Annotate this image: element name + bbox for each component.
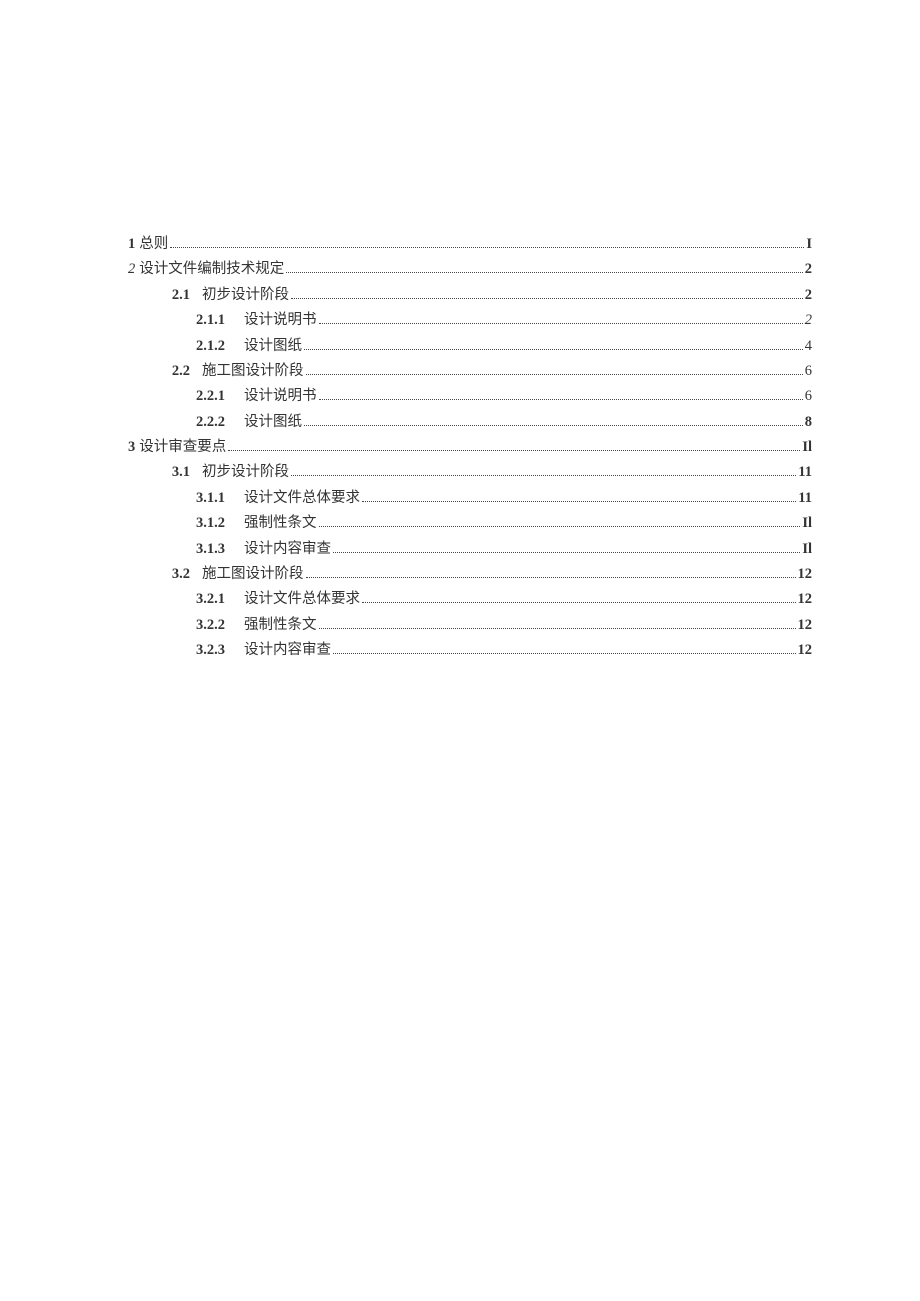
toc-entry: 2.2 施工图设计阶段 6	[128, 359, 812, 384]
toc-entry-title: 初步设计阶段	[202, 460, 289, 485]
toc-entry-number: 1	[128, 236, 135, 252]
toc-leader-dots	[304, 425, 803, 426]
toc-leader-dots	[286, 272, 803, 273]
toc-leader-dots	[333, 653, 796, 654]
toc-entry-title: 强制性条文	[244, 511, 317, 536]
toc-entry: 3设计审查要点 Il	[128, 435, 812, 460]
toc-entry-title: 总则	[139, 236, 168, 252]
toc-entry-page: 4	[805, 334, 812, 359]
toc-entry-page: 8	[805, 410, 812, 435]
toc-entry-number: 3.2.1	[196, 587, 232, 612]
toc-entry-number: 2.1.1	[196, 308, 232, 333]
toc-entry-title: 初步设计阶段	[202, 283, 289, 308]
toc-entry-page: 12	[798, 638, 813, 663]
toc-entry-page: 11	[798, 486, 812, 511]
toc-entry: 2.1.2 设计图纸 4	[128, 334, 812, 359]
toc-entry-number: 3.2.3	[196, 638, 232, 663]
toc-entry-title: 设计内容审查	[244, 537, 331, 562]
toc-leader-dots	[291, 298, 803, 299]
toc-entry-number: 2	[128, 261, 135, 277]
toc-entry: 3.1.3 设计内容审查 Il	[128, 537, 812, 562]
toc-entry-page: Il	[802, 511, 812, 536]
toc-entry-number: 3.1.2	[196, 511, 232, 536]
toc-entry-number: 3.1.1	[196, 486, 232, 511]
toc-entry: 2设计文件编制技术规定2	[128, 257, 812, 282]
toc-entry-lead: 2设计文件编制技术规定	[128, 257, 284, 282]
toc-entry: 3.1 初步设计阶段 11	[128, 460, 812, 485]
toc-leader-dots	[319, 323, 803, 324]
toc-entry-page: 11	[798, 460, 812, 485]
toc-entry-page: 12	[798, 587, 813, 612]
toc-entry: 3.2.2 强制性条文 12	[128, 613, 812, 638]
toc-entry-title: 设计文件编制技术规定	[139, 261, 284, 277]
toc-entry-page: 6	[805, 384, 812, 409]
toc-entry: 2.1.1 设计说明书 2	[128, 308, 812, 333]
toc-entry-page: Il	[802, 537, 812, 562]
toc-entry-number: 3.2.2	[196, 613, 232, 638]
toc-entry: 3.1.2 强制性条文 Il	[128, 511, 812, 536]
toc-entry: 3.2.3 设计内容审查 12	[128, 638, 812, 663]
toc-entry-page: 12	[798, 613, 813, 638]
toc-leader-dots	[170, 247, 804, 248]
toc-entry-title: 施工图设计阶段	[202, 562, 304, 587]
toc-entry-title: 强制性条文	[244, 613, 317, 638]
toc-entry-page: I	[806, 232, 812, 257]
toc-leader-dots	[362, 602, 796, 603]
toc-entry-page: 12	[798, 562, 813, 587]
toc-entry: 3.1.1 设计文件总体要求 11	[128, 486, 812, 511]
toc-entry-title: 设计说明书	[244, 308, 317, 333]
toc-entry-number: 2.1	[162, 283, 190, 308]
toc-entry-number: 2.2.2	[196, 410, 232, 435]
toc-entry-title: 设计文件总体要求	[244, 587, 360, 612]
toc-entry-number: 3	[128, 439, 135, 455]
toc-entry: 3.2 施工图设计阶段 12	[128, 562, 812, 587]
toc-leader-dots	[319, 399, 803, 400]
toc-entry-lead: 3设计审查要点	[128, 435, 226, 460]
toc-entry-page: 2	[805, 257, 812, 282]
toc-entry-lead: 1总则	[128, 232, 168, 257]
toc-entry-page: Il	[802, 435, 812, 460]
toc-entry-page: 2	[805, 308, 812, 333]
toc-entry-number: 2.2	[162, 359, 190, 384]
toc-entry-title: 设计图纸	[244, 334, 302, 359]
toc-leader-dots	[333, 552, 800, 553]
toc-entry-page: 2	[805, 283, 812, 308]
toc-entry-title: 设计审查要点	[139, 439, 226, 455]
toc-entry-number: 2.2.1	[196, 384, 232, 409]
toc-entry-title: 设计说明书	[244, 384, 317, 409]
toc-entry: 3.2.1 设计文件总体要求 12	[128, 587, 812, 612]
toc-leader-dots	[228, 450, 800, 451]
toc-entry: 2.2.2 设计图纸 8	[128, 410, 812, 435]
toc-entry: 2.1 初步设计阶段 2	[128, 283, 812, 308]
toc-leader-dots	[319, 526, 801, 527]
table-of-contents: 1总则I2设计文件编制技术规定22.1初步设计阶段22.1.1设计说明书22.1…	[128, 232, 812, 663]
toc-leader-dots	[304, 349, 803, 350]
toc-entry-title: 施工图设计阶段	[202, 359, 304, 384]
toc-entry-number: 3.1	[162, 460, 190, 485]
toc-leader-dots	[306, 577, 796, 578]
toc-entry-title: 设计文件总体要求	[244, 486, 360, 511]
toc-entry-number: 3.2	[162, 562, 190, 587]
toc-leader-dots	[362, 501, 796, 502]
toc-leader-dots	[291, 475, 796, 476]
toc-entry-title: 设计图纸	[244, 410, 302, 435]
toc-entry-title: 设计内容审查	[244, 638, 331, 663]
toc-entry: 1总则 I	[128, 232, 812, 257]
toc-entry-page: 6	[805, 359, 812, 384]
toc-entry-number: 2.1.2	[196, 334, 232, 359]
toc-leader-dots	[319, 628, 796, 629]
toc-entry: 2.2.1 设计说明书 6	[128, 384, 812, 409]
toc-entry-number: 3.1.3	[196, 537, 232, 562]
toc-leader-dots	[306, 374, 803, 375]
